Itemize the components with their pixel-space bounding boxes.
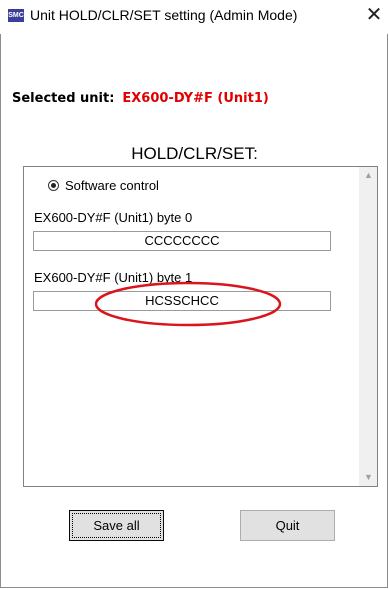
scroll-up-icon[interactable]: ▲ [360, 167, 377, 184]
selected-unit-label: Selected unit: [12, 91, 115, 106]
hold-clr-set-title: HOLD/CLR/SET: [131, 144, 258, 163]
scroll-down-icon[interactable]: ▼ [360, 469, 377, 486]
vertical-scrollbar[interactable]: ▲ ▼ [359, 167, 377, 486]
focus-indicator [72, 513, 161, 538]
save-all-button[interactable]: Save all [69, 510, 164, 541]
app-logo-icon: SMC [8, 9, 24, 22]
byte0-label: EX600-DY#F (Unit1) byte 0 [34, 210, 193, 225]
byte1-label: EX600-DY#F (Unit1) byte 1 [34, 270, 193, 285]
quit-button[interactable]: Quit [240, 510, 335, 541]
selected-unit-row: Selected unit: EX600-DY#F (Unit1) [12, 91, 269, 106]
software-control-label: Software control [65, 177, 159, 193]
close-icon[interactable]: ✕ [362, 2, 386, 28]
title-bar: SMC Unit HOLD/CLR/SET setting (Admin Mod… [0, 0, 389, 34]
byte1-value-field[interactable]: HCSSCHCC [33, 291, 331, 311]
window-title: Unit HOLD/CLR/SET setting (Admin Mode) [30, 7, 298, 23]
software-control-radio[interactable] [48, 179, 59, 191]
byte0-value-field[interactable]: CCCCCCCC [33, 231, 331, 251]
hold-clr-set-panel[interactable]: Software control EX600-DY#F (Unit1) byte… [23, 166, 378, 487]
software-control-option[interactable]: Software control [48, 177, 159, 193]
selected-unit-value: EX600-DY#F (Unit1) [122, 91, 269, 106]
